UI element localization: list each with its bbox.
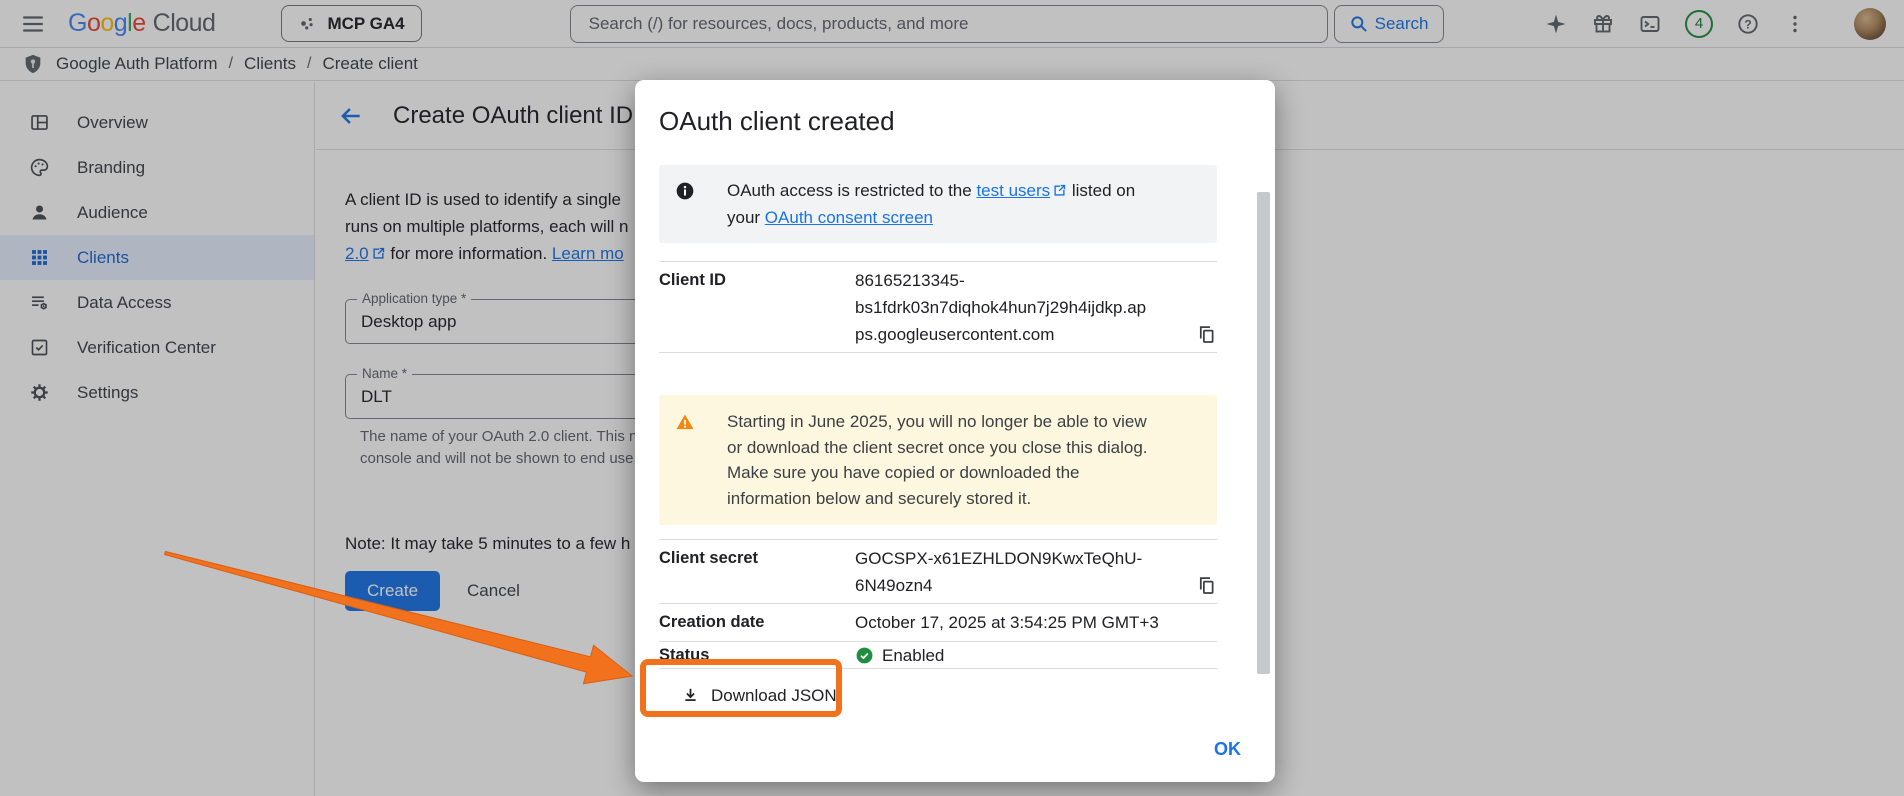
copy-icon[interactable] xyxy=(1196,324,1217,345)
client-secret-label: Client secret xyxy=(659,549,759,567)
client-id-row: Client ID 86165213345- bs1fdrk03n7diqhok… xyxy=(659,261,1217,353)
info-icon xyxy=(676,182,694,200)
page: Google Cloud MCP GA4 Search (/) for reso… xyxy=(0,0,1904,796)
check-circle-icon xyxy=(856,647,873,664)
dialog-title: OAuth client created xyxy=(659,106,895,136)
warning-text: Starting in June 2025, you will no longe… xyxy=(727,412,1148,508)
client-id-value: 86165213345- bs1fdrk03n7diqhok4hun7j29h4… xyxy=(855,271,1147,344)
test-users-link[interactable]: test users xyxy=(976,181,1050,200)
dialog-scrollbar[interactable] xyxy=(1257,192,1270,674)
creation-date-row: Creation date October 17, 2025 at 3:54:2… xyxy=(659,603,1217,641)
download-icon xyxy=(685,688,696,701)
download-row: Download JSON xyxy=(659,668,1217,722)
creation-date-label: Creation date xyxy=(659,613,765,631)
warning-banner: Starting in June 2025, you will no longe… xyxy=(659,395,1217,525)
client-secret-value: GOCSPX-x61EZHLDON9KwxTeQhU- 6N49ozn4 xyxy=(855,549,1143,595)
client-secret-row: Client secret GOCSPX-x61EZHLDON9KwxTeQhU… xyxy=(659,539,1217,603)
external-link-icon xyxy=(1054,184,1066,196)
creation-date-value: October 17, 2025 at 3:54:25 PM GMT+3 xyxy=(855,613,1159,632)
oauth-consent-screen-link[interactable]: OAuth consent screen xyxy=(765,208,933,227)
copy-icon[interactable] xyxy=(1196,575,1217,596)
warning-icon xyxy=(676,414,694,430)
client-id-label: Client ID xyxy=(659,271,726,289)
download-json-button[interactable]: Download JSON xyxy=(659,678,851,714)
status-label: Status xyxy=(659,646,710,664)
info-banner-text: OAuth access is restricted to the test u… xyxy=(727,181,1136,227)
oauth-created-dialog: OAuth client created OAuth access is res… xyxy=(635,80,1275,782)
info-banner: OAuth access is restricted to the test u… xyxy=(659,165,1217,243)
status-badge: Enabled xyxy=(882,645,945,665)
status-row: Status Enabled xyxy=(659,641,1217,668)
ok-button[interactable]: OK xyxy=(1214,739,1241,760)
